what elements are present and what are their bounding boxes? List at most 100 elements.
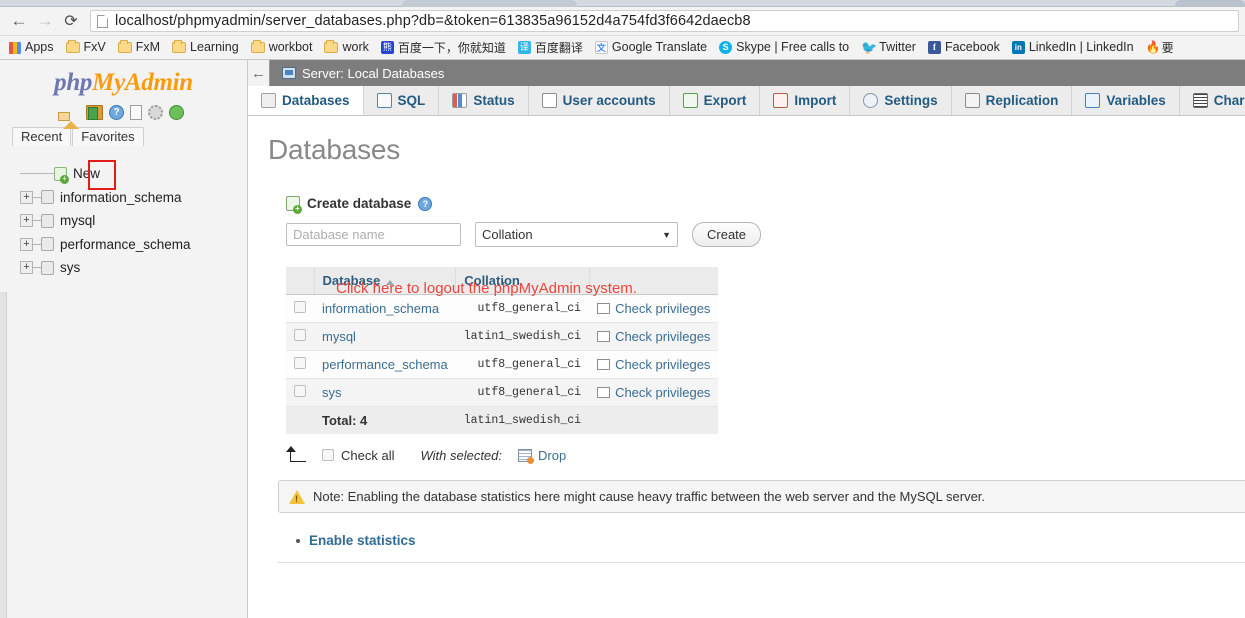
- tab-sql[interactable]: SQL: [363, 86, 440, 115]
- table-row[interactable]: information_schema utf8_general_ci Check…: [286, 294, 719, 323]
- tab-import[interactable]: Import: [760, 86, 851, 115]
- database-name-input[interactable]: [286, 223, 461, 246]
- tree-item-sys[interactable]: + sys: [8, 256, 247, 280]
- tab-export[interactable]: Export: [669, 86, 761, 115]
- browser-tab[interactable]: [1175, 0, 1245, 7]
- tree-item-new[interactable]: New: [8, 162, 247, 186]
- row-actions[interactable]: Check privileges: [589, 294, 719, 323]
- bookmark-linkedin[interactable]: in LinkedIn | LinkedIn: [1007, 39, 1139, 56]
- chevron-down-icon: ▼: [662, 229, 671, 240]
- reload-icon[interactable]: ⟳: [58, 9, 84, 33]
- expand-icon[interactable]: +: [20, 214, 33, 228]
- apps-grid-icon: [9, 41, 21, 54]
- expand-icon[interactable]: +: [20, 190, 33, 204]
- expand-icon[interactable]: +: [20, 237, 33, 251]
- privileges-icon: [597, 387, 611, 398]
- browser-toolbar: ← → ⟳ localhost/phpmyadmin/server_databa…: [0, 7, 1245, 36]
- browser-tab[interactable]: [402, 0, 577, 7]
- new-database-icon: [54, 166, 69, 184]
- forward-icon[interactable]: →: [32, 9, 58, 33]
- tab-variables[interactable]: Variables: [1072, 86, 1180, 115]
- check-privileges-link[interactable]: Check privileges: [615, 301, 710, 316]
- row-checkbox-cell[interactable]: [286, 294, 314, 323]
- row-checkbox[interactable]: [294, 329, 306, 341]
- tab-databases[interactable]: Databases: [248, 86, 364, 115]
- bookmark-google-translate[interactable]: 文 Google Translate: [590, 39, 712, 56]
- row-database-name[interactable]: mysql: [314, 322, 456, 351]
- bookmark-learning[interactable]: Learning: [167, 39, 244, 56]
- documentation-icon[interactable]: [130, 105, 142, 120]
- table-row[interactable]: sys utf8_general_ci Check privileges: [286, 378, 719, 407]
- create-database-heading: Create database ?: [286, 196, 1245, 214]
- tab-label: Variables: [1106, 93, 1166, 108]
- select-all-arrow-icon: [284, 446, 310, 464]
- drop-action[interactable]: Drop: [518, 448, 566, 464]
- settings-gear-icon[interactable]: [148, 105, 163, 120]
- tab-user-accounts[interactable]: User accounts: [528, 86, 670, 115]
- table-row[interactable]: performance_schema utf8_general_ci Check…: [286, 350, 719, 379]
- collation-select[interactable]: Collation ▼: [475, 222, 678, 247]
- help-icon[interactable]: ?: [109, 105, 124, 120]
- settings-icon: [863, 93, 879, 108]
- tab-replication[interactable]: Replication: [951, 86, 1073, 115]
- row-actions[interactable]: Check privileges: [589, 322, 719, 351]
- row-actions[interactable]: Check privileges: [589, 378, 719, 407]
- row-checkbox[interactable]: [294, 357, 306, 369]
- create-button[interactable]: Create: [692, 222, 762, 247]
- check-privileges-link[interactable]: Check privileges: [615, 357, 710, 372]
- row-checkbox-cell[interactable]: [286, 322, 314, 351]
- baidu-fanyi-icon: 译: [517, 41, 531, 54]
- check-privileges-link[interactable]: Check privileges: [615, 385, 710, 400]
- tab-favorites[interactable]: Favorites: [72, 127, 144, 146]
- back-icon[interactable]: ←: [6, 9, 32, 33]
- expand-icon[interactable]: +: [20, 261, 33, 275]
- total-label: Total: 4: [314, 406, 456, 434]
- bookmark-more[interactable]: 🔥 要: [1141, 39, 1179, 56]
- bookmark-baidu[interactable]: 熊 百度一下，你就知道: [376, 39, 511, 56]
- bookmark-fxv[interactable]: FxV: [61, 39, 111, 56]
- row-checkbox-cell[interactable]: [286, 350, 314, 379]
- bookmark-twitter[interactable]: 🐦 Twitter: [856, 39, 921, 56]
- row-checkbox[interactable]: [294, 385, 306, 397]
- enable-statistics-link[interactable]: Enable statistics: [309, 533, 416, 548]
- tree-item-label: sys: [60, 260, 81, 275]
- tree-item-performance-schema[interactable]: + performance_schema: [8, 233, 247, 257]
- globe-icon[interactable]: [169, 105, 184, 120]
- statistics-list: Enable statistics: [296, 533, 1245, 548]
- phpmyadmin-logo[interactable]: phpMyAdmin: [0, 60, 247, 97]
- bookmark-baidu-fanyi[interactable]: 译 百度翻译: [513, 39, 588, 56]
- address-bar[interactable]: localhost/phpmyadmin/server_databases.ph…: [90, 10, 1239, 32]
- bookmark-work[interactable]: work: [319, 39, 373, 56]
- row-checkbox-cell[interactable]: [286, 378, 314, 407]
- bookmark-workbot[interactable]: workbot: [246, 39, 318, 56]
- help-icon[interactable]: ?: [418, 196, 433, 211]
- list-item[interactable]: Enable statistics: [296, 533, 1245, 548]
- tab-settings[interactable]: Settings: [850, 86, 952, 115]
- collapse-sidebar-button[interactable]: ←: [248, 60, 270, 86]
- bookmark-fxm[interactable]: FxM: [113, 39, 165, 56]
- sidebar-scrollbar[interactable]: [0, 292, 7, 618]
- row-checkbox[interactable]: [294, 301, 306, 313]
- navigation-sidebar: phpMyAdmin ? Recent Favorites New: [0, 60, 248, 618]
- row-database-name[interactable]: performance_schema: [314, 350, 456, 379]
- bookmark-apps[interactable]: Apps: [4, 39, 59, 56]
- table-row[interactable]: mysql latin1_swedish_ci Check privileges: [286, 322, 719, 351]
- tree-item-mysql[interactable]: + mysql: [8, 209, 247, 233]
- privileges-icon: [597, 331, 611, 342]
- check-all-checkbox[interactable]: [322, 449, 334, 461]
- tab-status[interactable]: Status: [439, 86, 529, 115]
- check-privileges-link[interactable]: Check privileges: [615, 329, 710, 344]
- bookmark-label: Google Translate: [611, 40, 708, 55]
- row-database-name[interactable]: sys: [314, 378, 456, 407]
- bookmark-label: LinkedIn | LinkedIn: [1028, 40, 1134, 55]
- check-all-control[interactable]: Check all: [322, 448, 394, 463]
- row-actions[interactable]: Check privileges: [589, 350, 719, 379]
- bookmark-facebook[interactable]: f Facebook: [923, 39, 1005, 56]
- row-database-name[interactable]: information_schema: [314, 294, 456, 323]
- bookmark-skype[interactable]: S Skype | Free calls to: [714, 39, 854, 56]
- home-icon[interactable]: [63, 103, 79, 129]
- tab-recent[interactable]: Recent: [12, 127, 72, 146]
- tree-item-information-schema[interactable]: + information_schema: [8, 186, 247, 210]
- logout-icon[interactable]: [86, 105, 103, 120]
- tab-charsets[interactable]: Charsets: [1179, 86, 1245, 115]
